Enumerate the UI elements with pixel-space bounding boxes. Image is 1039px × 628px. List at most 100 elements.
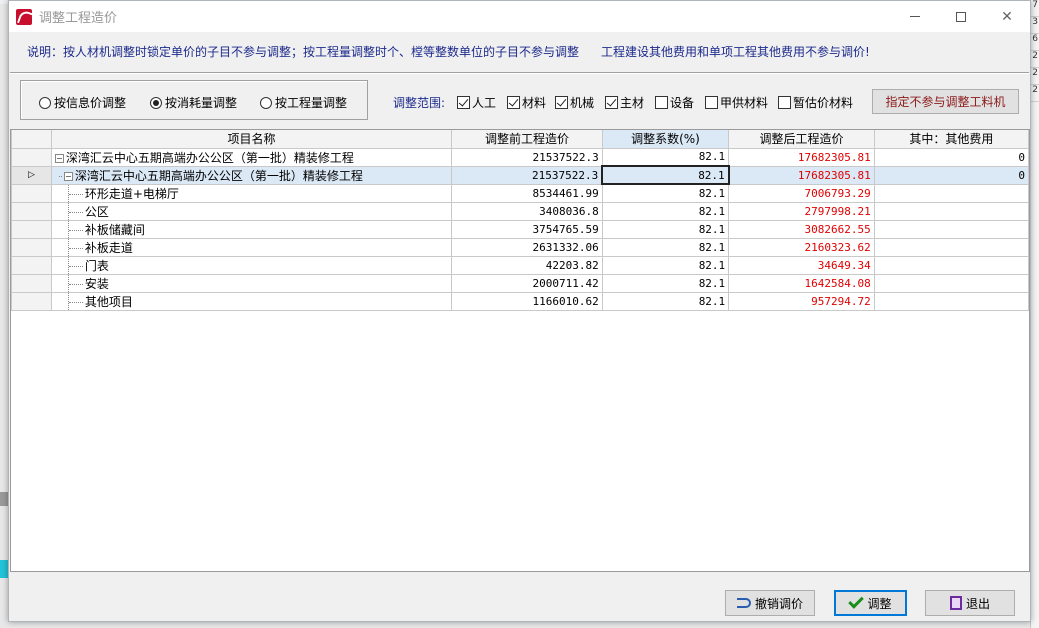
cell-other[interactable]: 0 [873, 165, 1029, 185]
checkbox-label: 人工 [472, 96, 497, 110]
cell-coefficient[interactable]: 82.1 [601, 255, 730, 275]
radio-info-price[interactable]: 按信息价调整 [39, 94, 126, 111]
close-button[interactable]: ✕ [984, 1, 1030, 32]
checkbox-labor[interactable]: 人工 [457, 94, 496, 111]
table-row[interactable]: 公区 3408036.8 82.1 2797998.21 [11, 201, 1029, 221]
row-indicator[interactable] [11, 201, 52, 221]
cell-after[interactable]: 957294.72 [728, 291, 875, 311]
cell-before[interactable]: 1166010.62 [451, 291, 603, 311]
cell-before[interactable]: 21537522.3 [451, 165, 603, 185]
cell-after[interactable]: 17682305.81 [728, 147, 875, 167]
cell-name[interactable]: 补板储藏间 [50, 219, 453, 239]
cell-name[interactable]: 其他项目 [50, 291, 453, 311]
cell-other[interactable]: 0 [873, 147, 1029, 167]
minimize-icon [910, 16, 920, 17]
cell-name[interactable]: 环形走道+电梯厅 [50, 183, 453, 203]
close-icon: ✕ [1001, 8, 1013, 25]
cell-before[interactable]: 2000711.42 [451, 273, 603, 293]
cell-coefficient[interactable]: 82.1 [601, 147, 730, 167]
cell-after[interactable]: 17682305.81 [728, 165, 875, 185]
maximize-button[interactable] [938, 1, 984, 32]
cell-before[interactable]: 2631332.06 [451, 237, 603, 257]
radio-label: 按消耗量调整 [165, 96, 238, 110]
tree-connector [68, 211, 83, 213]
row-name-text: 公区 [84, 204, 109, 219]
cell-name[interactable]: − 深湾汇云中心五期高端办公公区（第一批）精装修工程 [50, 147, 453, 167]
cell-coefficient[interactable]: 82.1 [601, 201, 730, 221]
header-after[interactable]: 调整后工程造价 [728, 130, 875, 149]
checkbox-provisional[interactable]: 暂估价材料 [778, 94, 853, 111]
cell-after[interactable]: 7006793.29 [728, 183, 875, 203]
table-row[interactable]: − 深湾汇云中心五期高端办公公区（第一批）精装修工程 21537522.3 82.1 1… [11, 147, 1029, 167]
cell-coefficient[interactable]: 82.1 [601, 219, 730, 239]
table-row[interactable]: 门表 42203.82 82.1 34649.34 [11, 255, 1029, 275]
checkbox-equipment[interactable]: 设备 [655, 94, 694, 111]
checkbox-owner-supplied[interactable]: 甲供材料 [705, 94, 768, 111]
cell-name[interactable]: 安装 [50, 273, 453, 293]
cell-after[interactable]: 2160323.62 [728, 237, 875, 257]
cell-coefficient[interactable]: 82.1 [601, 273, 730, 293]
row-indicator[interactable] [11, 237, 52, 257]
checkbox-material[interactable]: 材料 [507, 94, 546, 111]
row-indicator[interactable] [11, 147, 52, 167]
table-row[interactable]: ▷ − 深湾汇云中心五期高端办公公区（第一批）精装修工程 21537522.3 82.1… [11, 165, 1029, 185]
row-indicator[interactable] [11, 255, 52, 275]
cell-other[interactable] [873, 237, 1029, 257]
cell-coefficient[interactable]: 82.1 [601, 183, 730, 203]
cell-after[interactable]: 1642584.08 [728, 273, 875, 293]
checkbox-main-material[interactable]: 主材 [605, 94, 644, 111]
cell-other[interactable] [873, 291, 1029, 311]
cell-before[interactable]: 21537522.3 [451, 147, 603, 167]
cell-other[interactable] [873, 183, 1029, 203]
collapse-toggle-icon[interactable]: − [63, 171, 73, 181]
tree-connector [68, 247, 83, 249]
cell-other[interactable] [873, 219, 1029, 239]
cell-coefficient[interactable]: 82.1 [601, 165, 730, 185]
cell-after[interactable]: 2797998.21 [728, 201, 875, 221]
exit-button[interactable]: 退出 [925, 590, 1015, 616]
checkbox-box [705, 96, 718, 109]
exit-door-icon [949, 596, 962, 610]
cell-coefficient[interactable]: 82.1 [601, 237, 730, 257]
cell-before[interactable]: 42203.82 [451, 255, 603, 275]
header-other[interactable]: 其中：其他费用 [873, 130, 1029, 149]
header-before[interactable]: 调整前工程造价 [451, 130, 603, 149]
table-row[interactable]: 环形走道+电梯厅 8534461.99 82.1 7006793.29 [11, 183, 1029, 203]
radio-quantity[interactable]: 按工程量调整 [260, 94, 347, 111]
radio-consumption[interactable]: 按消耗量调整 [150, 94, 237, 111]
cell-before[interactable]: 8534461.99 [451, 183, 603, 203]
cell-other[interactable] [873, 273, 1029, 293]
cell-name[interactable]: 补板走道 [50, 237, 453, 257]
header-coefficient[interactable]: 调整系数(%) [601, 130, 730, 149]
header-name[interactable]: 项目名称 [50, 130, 453, 149]
cell-other[interactable] [873, 201, 1029, 221]
checkbox-machine[interactable]: 机械 [555, 94, 594, 111]
minimize-button[interactable] [892, 1, 938, 32]
cell-after[interactable]: 34649.34 [728, 255, 875, 275]
cell-name[interactable]: − 深湾汇云中心五期高端办公公区（第一批）精装修工程 [50, 165, 453, 185]
row-indicator[interactable] [11, 291, 52, 311]
row-indicator[interactable] [11, 219, 52, 239]
cell-before[interactable]: 3754765.59 [451, 219, 603, 239]
cell-other[interactable] [873, 255, 1029, 275]
row-indicator[interactable]: ▷ [11, 165, 52, 185]
checkbox-box [778, 96, 791, 109]
cell-after[interactable]: 3082662.55 [728, 219, 875, 239]
cell-before[interactable]: 3408036.8 [451, 201, 603, 221]
exclude-materials-button[interactable]: 指定不参与调整工料机 [872, 89, 1019, 114]
cell-name[interactable]: 门表 [50, 255, 453, 275]
window-title: 调整工程造价 [39, 11, 118, 26]
table-row[interactable]: 其他项目 1166010.62 82.1 957294.72 [11, 291, 1029, 311]
row-indicator[interactable] [11, 183, 52, 203]
cell-coefficient[interactable]: 82.1 [601, 291, 730, 311]
undo-adjust-button[interactable]: 撤销调价 [725, 590, 815, 616]
adjust-button[interactable]: 调整 [834, 590, 907, 616]
collapse-toggle-icon[interactable]: − [54, 153, 64, 163]
table-row[interactable]: 补板储藏间 3754765.59 82.1 3082662.55 [11, 219, 1029, 239]
cell-name[interactable]: 公区 [50, 201, 453, 221]
table-row[interactable]: 安装 2000711.42 82.1 1642584.08 [11, 273, 1029, 293]
tree-line [67, 293, 69, 309]
table-row[interactable]: 补板走道 2631332.06 82.1 2160323.62 [11, 237, 1029, 257]
row-indicator[interactable] [11, 273, 52, 293]
title-bar[interactable]: 调整工程造价 ✕ [9, 1, 1030, 32]
